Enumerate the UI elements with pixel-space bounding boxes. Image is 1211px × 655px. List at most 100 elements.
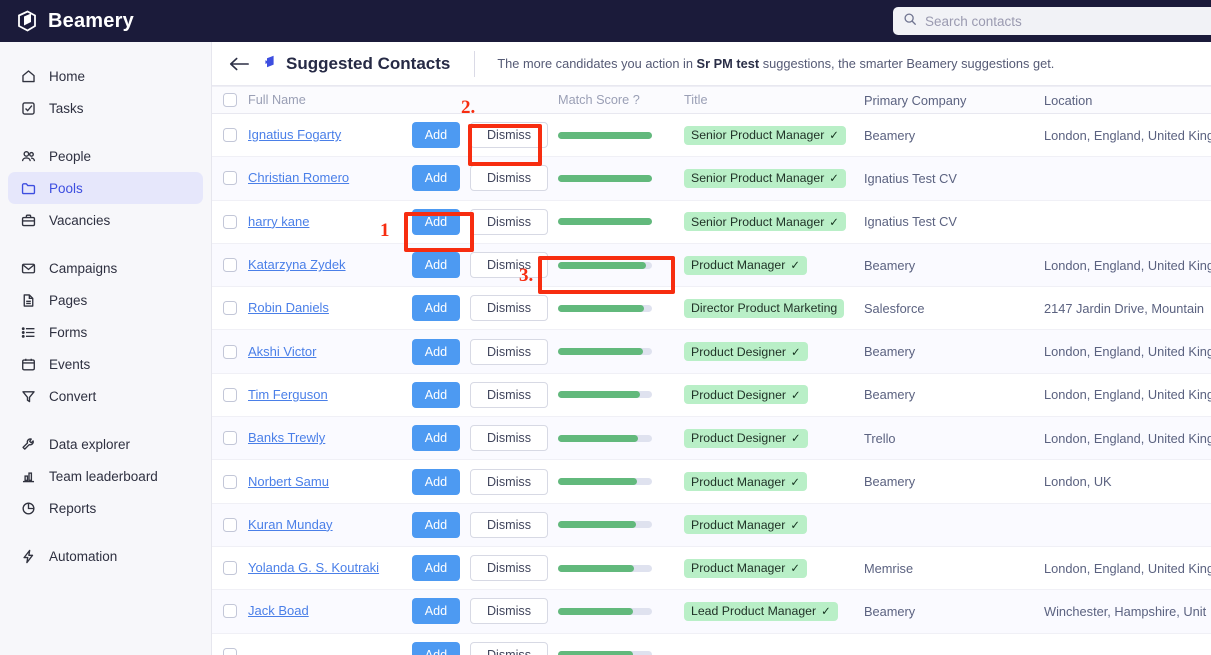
sidebar-item-pages[interactable]: Pages	[8, 284, 203, 316]
select-all-cell[interactable]	[212, 93, 248, 107]
dismiss-button[interactable]: Dismiss	[470, 165, 548, 192]
sidebar-item-events[interactable]: Events	[8, 348, 203, 380]
table-row[interactable]: Add Dismiss	[212, 634, 1211, 655]
table-row[interactable]: Yolanda G. S. Koutraki Add Dismiss Product …	[212, 547, 1211, 591]
dismiss-button[interactable]: Dismiss	[470, 511, 548, 538]
contact-name-link[interactable]: Jack Boad	[248, 603, 309, 618]
dismiss-button[interactable]: Dismiss	[470, 598, 548, 625]
row-select-cell[interactable]	[212, 604, 248, 619]
contact-name-link[interactable]: Katarzyna Zydek	[248, 257, 346, 272]
column-header-primary-company[interactable]: Primary Company	[864, 93, 1044, 108]
column-header-match-score[interactable]: Match Score ?	[558, 93, 684, 107]
row-checkbox[interactable]	[223, 344, 237, 359]
add-button[interactable]: Add	[412, 425, 460, 452]
row-checkbox[interactable]	[223, 301, 237, 316]
row-checkbox[interactable]	[223, 561, 237, 576]
brand[interactable]: Beamery	[15, 9, 134, 33]
row-select-cell[interactable]	[212, 214, 248, 229]
dismiss-button[interactable]: Dismiss	[470, 122, 548, 149]
select-all-checkbox[interactable]	[223, 93, 237, 107]
row-select-cell[interactable]	[212, 387, 248, 402]
add-button[interactable]: Add	[412, 511, 460, 538]
table-row[interactable]: Katarzyna Zydek Add Dismiss Product Manager…	[212, 243, 1211, 288]
row-checkbox[interactable]	[223, 604, 237, 619]
add-button[interactable]: Add	[412, 122, 460, 149]
add-button[interactable]: Add	[412, 165, 460, 192]
contact-name-link[interactable]: harry kane	[248, 214, 309, 229]
add-button[interactable]: Add	[412, 252, 460, 279]
sidebar-item-campaigns[interactable]: Campaigns	[8, 252, 203, 284]
contact-name-link[interactable]: Banks Trewly	[248, 430, 325, 445]
contact-name-link[interactable]: Ignatius Fogarty	[248, 127, 341, 142]
sidebar-item-reports[interactable]: Reports	[8, 492, 203, 524]
dismiss-button[interactable]: Dismiss	[470, 425, 548, 452]
table-row[interactable]: Ignatius Fogarty Add Dismiss Senior Product…	[212, 114, 1211, 158]
row-checkbox[interactable]	[223, 171, 237, 186]
sidebar-item-data-explorer[interactable]: Data explorer	[8, 428, 203, 460]
sidebar-item-forms[interactable]: Forms	[8, 316, 203, 348]
row-checkbox[interactable]	[223, 258, 237, 273]
table-row[interactable]: Jack Boad Add Dismiss Lead Product Manager ✓…	[212, 590, 1211, 634]
row-select-cell[interactable]	[212, 128, 248, 143]
row-checkbox[interactable]	[223, 387, 237, 402]
row-checkbox[interactable]	[223, 647, 237, 655]
add-button[interactable]: Add	[412, 295, 460, 322]
row-checkbox[interactable]	[223, 214, 237, 229]
table-row[interactable]: Norbert Samu Add Dismiss Product Manager ✓ Be…	[212, 460, 1211, 504]
add-button[interactable]: Add	[412, 381, 460, 408]
row-checkbox[interactable]	[223, 431, 237, 446]
add-button[interactable]: Add	[412, 208, 460, 235]
add-button[interactable]: Add	[412, 641, 460, 655]
row-select-cell[interactable]	[212, 171, 248, 186]
dismiss-button[interactable]: Dismiss	[470, 555, 548, 582]
contact-name-link[interactable]: Norbert Samu	[248, 474, 329, 489]
dismiss-button[interactable]: Dismiss	[470, 338, 548, 365]
search-input[interactable]	[925, 13, 1211, 29]
contact-name-link[interactable]: Kuran Munday	[248, 517, 333, 532]
dismiss-button[interactable]: Dismiss	[470, 295, 548, 322]
sidebar-item-tasks[interactable]: Tasks	[8, 92, 203, 124]
contact-name-link[interactable]: Tim Ferguson	[248, 387, 328, 402]
sidebar-item-convert[interactable]: Convert	[8, 380, 203, 412]
table-row[interactable]: Christian Romero Add Dismiss Senior Product…	[212, 157, 1211, 201]
column-header-full-name[interactable]: Full Name	[248, 93, 412, 107]
sidebar-item-home[interactable]: Home	[8, 60, 203, 92]
table-row[interactable]: Kuran Munday Add Dismiss Product Manager ✓	[212, 503, 1211, 547]
table-row[interactable]: harry kane Add Dismiss Senior Product Manag…	[212, 201, 1211, 244]
column-header-location[interactable]: Location	[1044, 93, 1211, 108]
add-button[interactable]: Add	[412, 468, 460, 495]
row-select-cell[interactable]	[212, 474, 248, 489]
row-checkbox[interactable]	[223, 517, 237, 532]
row-checkbox[interactable]	[223, 474, 237, 489]
dismiss-button[interactable]: Dismiss	[470, 252, 548, 279]
sidebar-item-team-leaderboard[interactable]: Team leaderboard	[8, 460, 203, 492]
sidebar-item-pools[interactable]: Pools	[8, 172, 203, 204]
add-button[interactable]: Add	[412, 555, 460, 582]
row-select-cell[interactable]	[212, 258, 248, 273]
table-row[interactable]: Akshi Victor Add Dismiss Product Designer ✓ B…	[212, 330, 1211, 374]
contact-name-link[interactable]: Yolanda G. S. Koutraki	[248, 560, 379, 575]
contact-name-link[interactable]: Christian Romero	[248, 170, 349, 185]
add-button[interactable]: Add	[412, 338, 460, 365]
search-bar[interactable]	[893, 7, 1211, 35]
dismiss-button[interactable]: Dismiss	[470, 381, 548, 408]
row-select-cell[interactable]	[212, 647, 248, 655]
dismiss-button[interactable]: Dismiss	[470, 468, 548, 495]
add-button[interactable]: Add	[412, 598, 460, 625]
row-select-cell[interactable]	[212, 517, 248, 532]
contact-name-link[interactable]: Robin Daniels	[248, 300, 329, 315]
column-header-title[interactable]: Title	[684, 93, 864, 107]
table-row[interactable]: Robin Daniels Add Dismiss Director Product …	[212, 287, 1211, 331]
table-row[interactable]: Tim Ferguson Add Dismiss Product Designer ✓ B…	[212, 374, 1211, 418]
contact-name-link[interactable]: Akshi Victor	[248, 344, 316, 359]
sidebar-item-automation[interactable]: Automation	[8, 540, 203, 572]
row-checkbox[interactable]	[223, 128, 237, 143]
sidebar-item-vacancies[interactable]: Vacancies	[8, 204, 203, 236]
sidebar-item-people[interactable]: People	[8, 140, 203, 172]
row-select-cell[interactable]	[212, 561, 248, 576]
back-arrow-icon[interactable]	[228, 53, 250, 75]
dismiss-button[interactable]: Dismiss	[470, 641, 548, 655]
row-select-cell[interactable]	[212, 431, 248, 446]
row-select-cell[interactable]	[212, 344, 248, 359]
table-row[interactable]: Banks Trewly Add Dismiss Product Designer ✓ T…	[212, 417, 1211, 461]
